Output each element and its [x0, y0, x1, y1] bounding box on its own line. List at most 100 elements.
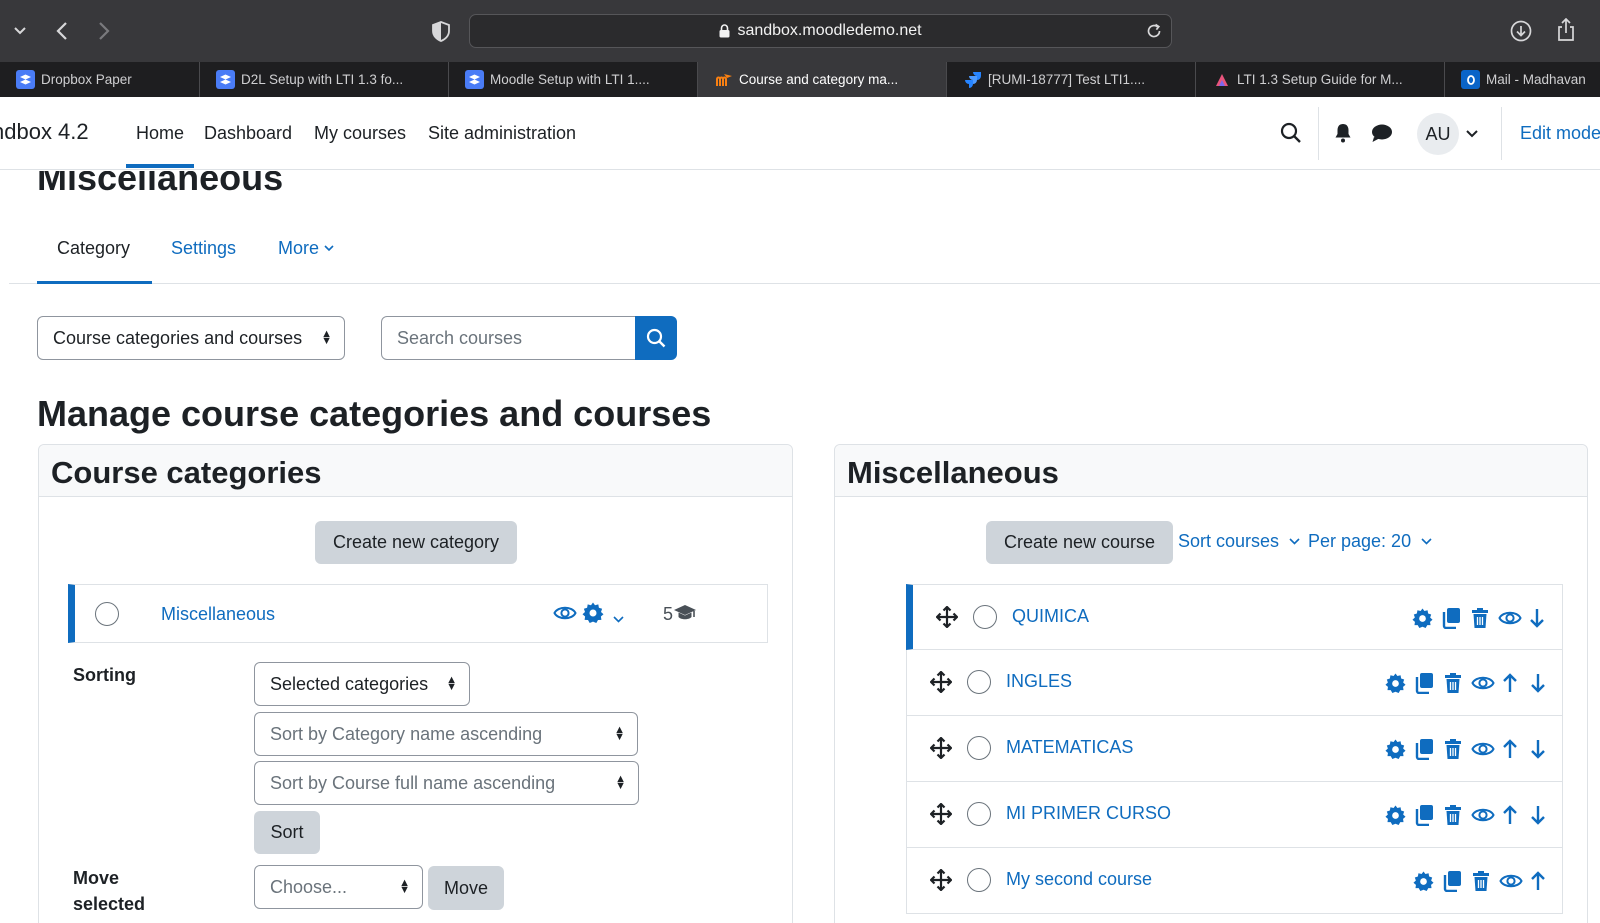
arrow-down-icon[interactable]	[1526, 737, 1550, 761]
sort-scope-select[interactable]: Selected categories ▲ ▼	[254, 662, 470, 706]
copy-icon[interactable]	[1412, 671, 1436, 695]
category-row[interactable]: Miscellaneous 5	[68, 584, 768, 643]
nav-my-courses[interactable]: My courses	[314, 123, 406, 144]
gear-icon[interactable]	[1383, 737, 1407, 761]
shield-icon[interactable]	[430, 19, 452, 43]
sort-courses-select[interactable]: Sort by Course full name ascending ▲ ▼	[254, 761, 639, 805]
course-checkbox[interactable]	[967, 670, 991, 694]
eye-icon[interactable]	[1499, 869, 1523, 893]
move-button[interactable]: Move	[428, 866, 504, 910]
arrow-down-icon[interactable]	[1526, 671, 1550, 695]
nav-dashboard[interactable]: Dashboard	[204, 123, 292, 144]
drag-handle-icon[interactable]	[929, 736, 953, 764]
course-checkbox[interactable]	[973, 605, 997, 629]
arrow-down-icon[interactable]	[1525, 606, 1549, 630]
copy-icon[interactable]	[1439, 606, 1463, 630]
nav-home-active-indicator	[126, 164, 194, 168]
bell-icon[interactable]	[1332, 121, 1354, 145]
eye-icon[interactable]	[1471, 671, 1495, 695]
download-icon[interactable]	[1508, 18, 1534, 44]
back-icon[interactable]	[50, 18, 74, 44]
course-row[interactable]: MI PRIMER CURSO	[906, 782, 1563, 848]
sort-categories-select[interactable]: Sort by Category name ascending ▲ ▼	[254, 712, 638, 756]
chevron-down-icon[interactable]	[613, 610, 624, 628]
chat-icon[interactable]	[1370, 121, 1394, 145]
course-name-link[interactable]: MATEMATICAS	[1006, 737, 1133, 758]
chevron-down-icon[interactable]	[1465, 128, 1479, 140]
reload-icon[interactable]	[1145, 22, 1163, 45]
drag-handle-icon[interactable]	[929, 868, 953, 896]
course-checkbox[interactable]	[967, 736, 991, 760]
eye-icon[interactable]	[1498, 606, 1522, 630]
gear-icon[interactable]	[1383, 803, 1407, 827]
trash-icon[interactable]	[1441, 803, 1465, 827]
chevron-down-icon[interactable]	[10, 20, 30, 42]
course-row[interactable]: My second course	[906, 848, 1563, 914]
drag-handle-icon[interactable]	[929, 802, 953, 830]
course-row[interactable]: QUIMICA	[906, 584, 1563, 650]
gear-icon[interactable]	[1383, 671, 1407, 695]
course-name-link[interactable]: INGLES	[1006, 671, 1072, 692]
category-name-link[interactable]: Miscellaneous	[161, 604, 275, 625]
trash-icon[interactable]	[1469, 869, 1493, 893]
arrow-up-icon[interactable]	[1498, 737, 1522, 761]
gear-icon[interactable]	[1410, 606, 1434, 630]
nav-home[interactable]: Home	[136, 123, 184, 144]
arrow-up-icon[interactable]	[1498, 671, 1522, 695]
browser-tab-active[interactable]: Course and category ma...	[697, 62, 946, 97]
site-brand[interactable]: ndbox 4.2	[0, 119, 89, 145]
search-placeholder: Search courses	[397, 327, 523, 348]
edit-mode-toggle[interactable]: Edit mode	[1520, 123, 1600, 144]
forward-icon[interactable]	[92, 18, 116, 44]
search-icon[interactable]	[1279, 121, 1303, 145]
course-name-link[interactable]: QUIMICA	[1012, 606, 1089, 627]
browser-tab[interactable]: [RUMI-18777] Test LTI1....	[946, 62, 1195, 97]
category-checkbox[interactable]	[95, 602, 119, 626]
trash-icon[interactable]	[1468, 606, 1492, 630]
arrow-down-icon[interactable]	[1526, 803, 1550, 827]
drag-handle-icon[interactable]	[935, 605, 959, 633]
drag-handle-icon[interactable]	[929, 670, 953, 698]
panel-header: Miscellaneous	[835, 445, 1587, 497]
browser-tab-label: Course and category ma...	[739, 72, 899, 87]
arrow-up-icon[interactable]	[1498, 803, 1522, 827]
share-icon[interactable]	[1553, 16, 1579, 44]
user-avatar[interactable]: AU	[1417, 113, 1459, 155]
eye-icon[interactable]	[1471, 737, 1495, 761]
course-checkbox[interactable]	[967, 868, 991, 892]
eye-icon[interactable]	[1471, 803, 1495, 827]
course-row[interactable]: MATEMATICAS	[906, 716, 1563, 782]
browser-tab[interactable]: Mail - Madhavan	[1444, 62, 1600, 97]
trash-icon[interactable]	[1441, 737, 1465, 761]
nav-site-administration[interactable]: Site administration	[428, 123, 576, 144]
search-button[interactable]	[635, 316, 677, 360]
trash-icon[interactable]	[1441, 671, 1465, 695]
copy-icon[interactable]	[1412, 737, 1436, 761]
course-name-link[interactable]: MI PRIMER CURSO	[1006, 803, 1171, 824]
arrow-up-icon[interactable]	[1526, 869, 1550, 893]
course-row[interactable]: INGLES	[906, 650, 1563, 716]
tab-more[interactable]: More	[278, 238, 334, 259]
copy-icon[interactable]	[1412, 803, 1436, 827]
course-checkbox[interactable]	[967, 802, 991, 826]
tab-category[interactable]: Category	[57, 238, 130, 259]
sort-button[interactable]: Sort	[254, 811, 320, 854]
sort-courses-menu[interactable]: Sort courses	[1178, 531, 1300, 552]
search-courses-input[interactable]: Search courses	[381, 316, 637, 360]
browser-tab[interactable]: LTI 1.3 Setup Guide for M...	[1195, 62, 1444, 97]
move-target-select[interactable]: Choose... ▲ ▼	[254, 865, 423, 909]
create-category-button[interactable]: Create new category	[315, 521, 517, 564]
move-selected-label-line1: Move	[73, 868, 120, 888]
view-mode-select[interactable]: Course categories and courses ▲ ▼	[37, 316, 345, 360]
gear-icon[interactable]	[582, 602, 604, 629]
copy-icon[interactable]	[1440, 869, 1464, 893]
per-page-menu[interactable]: Per page: 20	[1308, 531, 1432, 552]
gear-icon[interactable]	[1411, 869, 1435, 893]
browser-tab[interactable]: D2L Setup with LTI 1.3 fo...	[199, 62, 448, 97]
tab-settings[interactable]: Settings	[171, 238, 236, 259]
address-bar[interactable]: sandbox.moodledemo.net	[469, 14, 1172, 48]
browser-tab[interactable]: Moodle Setup with LTI 1....	[448, 62, 697, 97]
course-name-link[interactable]: My second course	[1006, 869, 1152, 890]
eye-icon[interactable]	[553, 603, 577, 628]
create-course-button[interactable]: Create new course	[986, 521, 1173, 564]
